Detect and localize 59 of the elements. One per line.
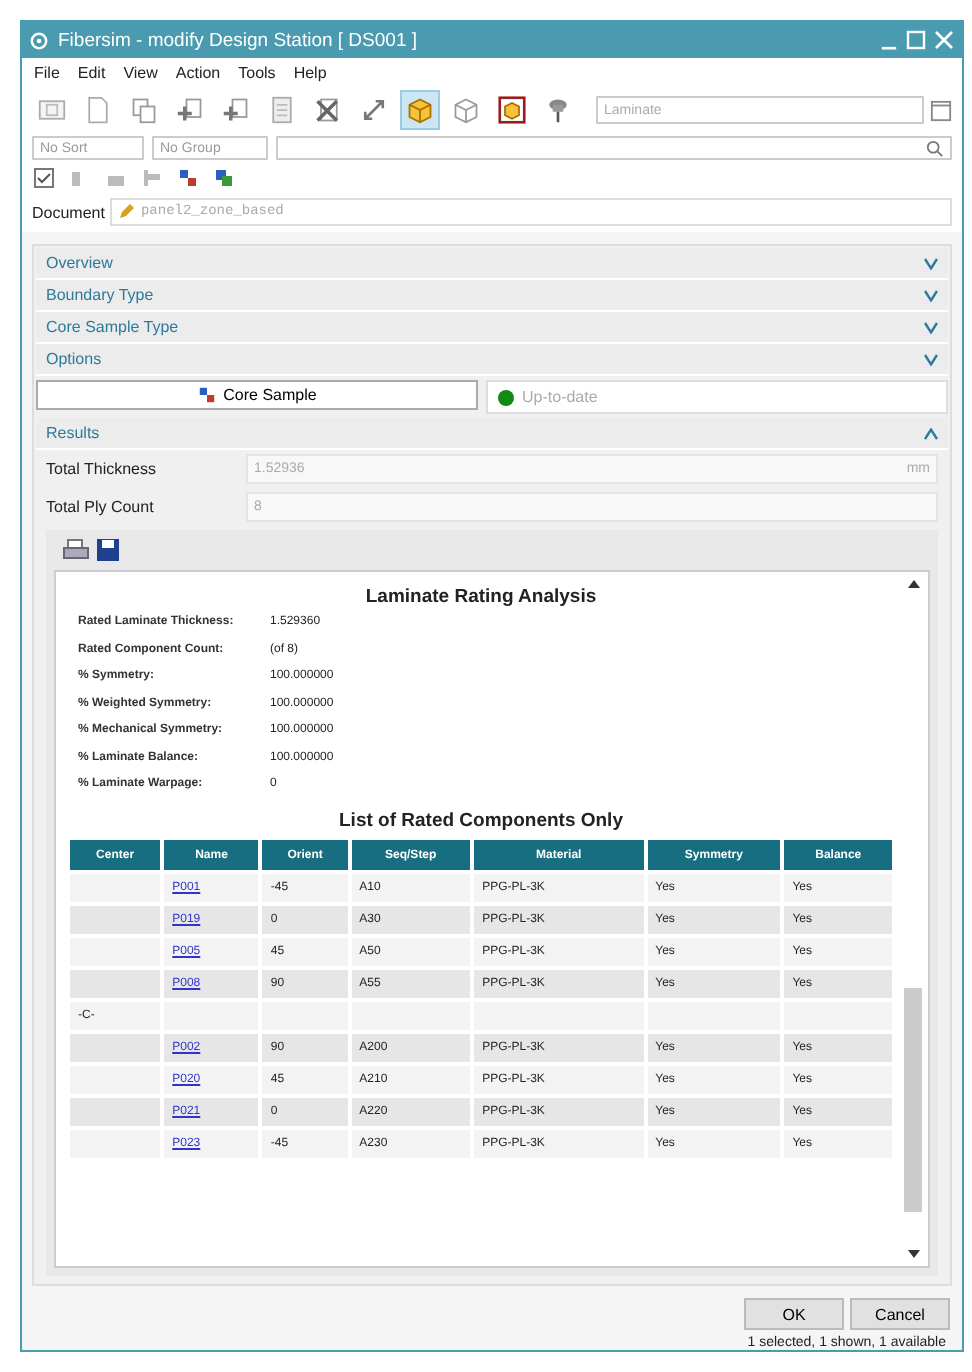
expand-icon[interactable] xyxy=(924,289,938,301)
move-icon xyxy=(360,96,388,124)
section-header[interactable]: Boundary Type xyxy=(36,280,948,312)
page-icon xyxy=(84,96,112,124)
scroll-up-icon[interactable] xyxy=(907,580,919,588)
add-pages-icon xyxy=(176,96,204,124)
document-icon xyxy=(268,96,296,124)
delete-icon xyxy=(314,96,342,124)
dialog-button[interactable]: OK xyxy=(744,1298,844,1330)
table-cell xyxy=(70,906,161,934)
collapse-icon[interactable] xyxy=(924,427,938,439)
expand-icon[interactable] xyxy=(924,353,938,365)
id-card-icon xyxy=(38,96,66,124)
section-header[interactable]: Options xyxy=(36,344,948,376)
menu-item[interactable]: File xyxy=(34,64,60,82)
menu-item[interactable]: Edit xyxy=(77,64,106,82)
report-title: Laminate Rating Analysis xyxy=(363,586,599,608)
core-sample-button[interactable]: Core Sample xyxy=(36,380,478,410)
field-label: Total Thickness xyxy=(46,460,158,478)
layers-icon[interactable] xyxy=(214,168,234,188)
expand-icon[interactable] xyxy=(924,257,938,269)
table-cell xyxy=(70,970,161,998)
layers-icon xyxy=(197,386,216,404)
copy-icon xyxy=(130,96,158,124)
section-header[interactable]: Core Sample Type xyxy=(36,312,948,344)
table-cell xyxy=(70,1034,161,1062)
menu-item[interactable]: View xyxy=(123,64,158,82)
menu-item[interactable]: Tools xyxy=(238,64,276,82)
save-icon[interactable] xyxy=(96,538,120,562)
panel-icon[interactable] xyxy=(930,99,952,121)
window-title: Fibersim - modify Design Station [ DS001 ] xyxy=(58,29,420,51)
field-label: Total Ply Count xyxy=(46,498,156,516)
menu-item[interactable]: Help xyxy=(293,64,327,82)
printer-icon[interactable] xyxy=(62,538,90,562)
cube-icon xyxy=(406,96,434,124)
expand-icon[interactable] xyxy=(924,321,938,333)
checkbox-icon[interactable] xyxy=(34,168,54,188)
layers-icon[interactable] xyxy=(178,168,198,188)
maximize-icon[interactable] xyxy=(906,30,926,50)
search-icon xyxy=(926,139,944,157)
dialog-button[interactable]: Cancel xyxy=(850,1298,950,1330)
wireframe-cube-icon xyxy=(452,96,480,124)
close-icon[interactable] xyxy=(934,30,954,50)
table-cell xyxy=(70,1098,161,1126)
search-field[interactable] xyxy=(276,136,952,160)
table-title: List of Rated Components Only xyxy=(337,810,625,832)
framed-cube-icon xyxy=(498,96,526,124)
scroll-down-icon[interactable] xyxy=(907,1250,919,1258)
app-icon xyxy=(30,31,48,49)
section-header[interactable]: Overview xyxy=(36,248,948,280)
document-label: Document xyxy=(32,203,105,221)
menu-item[interactable]: Action xyxy=(175,64,221,82)
pin-icon xyxy=(544,96,572,124)
toolbar-button[interactable] xyxy=(492,90,532,130)
status-field: Up-to-date xyxy=(486,380,948,414)
add-pages-icon xyxy=(222,96,250,124)
section-header[interactable]: Results xyxy=(36,418,948,450)
scrollbar-thumb[interactable] xyxy=(904,987,922,1211)
pencil-icon xyxy=(118,204,135,220)
